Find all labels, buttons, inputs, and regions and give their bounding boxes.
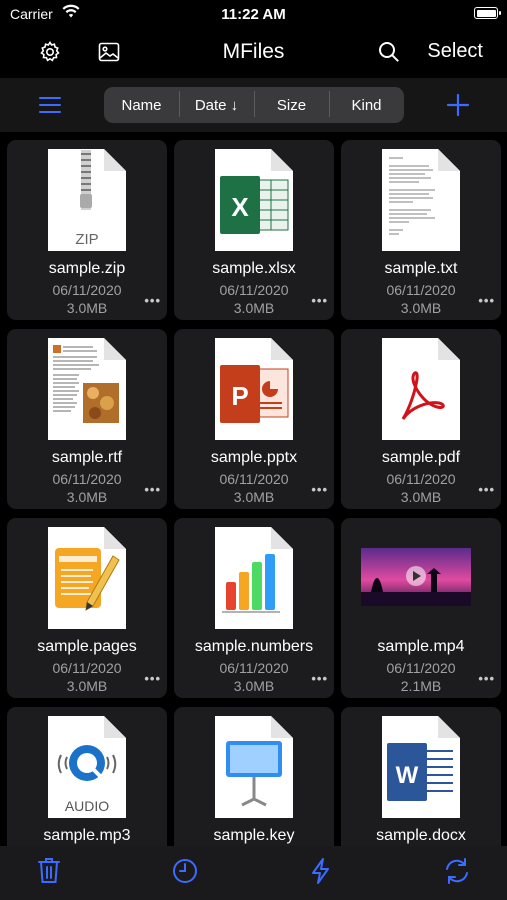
more-options-icon[interactable]: •••: [311, 293, 328, 308]
pages-icon: [47, 526, 127, 630]
refresh-icon[interactable]: [443, 857, 471, 890]
excel-icon: X: [214, 148, 294, 252]
more-options-icon[interactable]: •••: [478, 671, 495, 686]
status-bar: Carrier 11:22 AM: [0, 0, 507, 28]
more-options-icon[interactable]: •••: [478, 482, 495, 497]
bottom-toolbar: [0, 846, 507, 900]
battery-icon: [474, 7, 501, 19]
file-card[interactable]: X sample.xlsx 06/11/2020 3.0MB •••: [174, 140, 334, 320]
file-card[interactable]: sample.key: [174, 707, 334, 846]
file-size: 3.0MB: [233, 489, 275, 505]
file-size: 3.0MB: [400, 489, 442, 505]
file-date: 06/11/2020: [219, 471, 289, 487]
file-date: 06/11/2020: [52, 660, 122, 676]
file-name: sample.key: [213, 827, 295, 844]
file-name: sample.rtf: [51, 449, 123, 466]
sort-by-size[interactable]: Size: [254, 90, 329, 117]
file-name: sample.pptx: [210, 449, 298, 466]
video-thumbnail-icon: [361, 542, 481, 612]
powerpoint-icon: P: [214, 337, 294, 441]
file-name: sample.mp4: [377, 638, 465, 655]
select-button[interactable]: Select: [427, 40, 483, 63]
audio-icon: AUDIO: [47, 715, 127, 819]
file-date: 06/11/2020: [386, 660, 456, 676]
file-size: 3.0MB: [66, 678, 108, 694]
sort-by-kind[interactable]: Kind: [329, 90, 404, 117]
file-size: 3.0MB: [233, 300, 275, 316]
file-size: 3.0MB: [400, 300, 442, 316]
more-options-icon[interactable]: •••: [311, 482, 328, 497]
numbers-icon: [214, 526, 294, 630]
word-icon: W: [381, 715, 461, 819]
file-grid: ZIP sample.zip 06/11/2020 3.0MB ••• X sa…: [7, 140, 503, 846]
file-name: sample.txt: [384, 260, 458, 277]
file-card[interactable]: P sample.pptx 06/11/2020 3.0MB •••: [174, 329, 334, 509]
audio-thumb-label: AUDIO: [65, 798, 109, 814]
search-icon[interactable]: [377, 40, 401, 69]
file-date: 06/11/2020: [219, 660, 289, 676]
keynote-icon: [214, 715, 294, 819]
file-date: 06/11/2020: [386, 282, 456, 298]
status-time: 11:22 AM: [221, 6, 286, 23]
file-size: 2.1MB: [400, 678, 442, 694]
file-date: 06/11/2020: [386, 471, 456, 487]
file-card[interactable]: sample.rtf 06/11/2020 3.0MB •••: [7, 329, 167, 509]
file-date: 06/11/2020: [52, 471, 122, 487]
more-options-icon[interactable]: •••: [311, 671, 328, 686]
pdf-icon: [381, 337, 461, 441]
file-card[interactable]: AUDIO sample.mp3: [7, 707, 167, 846]
more-options-icon[interactable]: •••: [478, 293, 495, 308]
file-name: sample.docx: [376, 827, 466, 844]
clock-icon[interactable]: [171, 857, 199, 890]
file-card[interactable]: sample.mp4 06/11/2020 2.1MB •••: [341, 518, 501, 698]
file-size: 3.0MB: [66, 489, 108, 505]
list-menu-icon[interactable]: [38, 95, 62, 120]
file-card[interactable]: W sample.docx: [341, 707, 501, 846]
file-size: 3.0MB: [66, 300, 108, 316]
sort-by-name[interactable]: Name: [104, 97, 179, 114]
more-options-icon[interactable]: •••: [144, 671, 161, 686]
sort-segmented-control: Name Date ↓ Size Kind: [104, 87, 404, 123]
file-card[interactable]: ZIP sample.zip 06/11/2020 3.0MB •••: [7, 140, 167, 320]
file-name: sample.pdf: [381, 449, 461, 466]
powerpoint-thumb-label: P: [231, 381, 248, 411]
word-thumb-label: W: [396, 762, 419, 789]
file-card[interactable]: sample.txt 06/11/2020 3.0MB •••: [341, 140, 501, 320]
file-card[interactable]: sample.pdf 06/11/2020 3.0MB •••: [341, 329, 501, 509]
file-size: 3.0MB: [233, 678, 275, 694]
excel-thumb-label: X: [231, 192, 249, 222]
file-date: 06/11/2020: [52, 282, 122, 298]
zip-icon: ZIP: [47, 148, 127, 252]
file-date: 06/11/2020: [219, 282, 289, 298]
file-name: sample.numbers: [194, 638, 314, 655]
add-icon[interactable]: [446, 93, 470, 122]
trash-icon[interactable]: [37, 857, 61, 890]
sort-toolbar: Name Date ↓ Size Kind: [0, 78, 507, 132]
more-options-icon[interactable]: •••: [144, 293, 161, 308]
rtf-document-icon: [47, 337, 127, 441]
text-document-icon: [381, 148, 461, 252]
zip-thumb-label: ZIP: [75, 231, 98, 248]
file-card[interactable]: sample.numbers 06/11/2020 3.0MB •••: [174, 518, 334, 698]
more-options-icon[interactable]: •••: [144, 482, 161, 497]
file-name: sample.zip: [48, 260, 126, 277]
navigation-bar: MFiles Select: [0, 28, 507, 78]
file-name: sample.xlsx: [212, 260, 296, 277]
sort-by-date[interactable]: Date ↓: [179, 90, 254, 117]
lightning-icon[interactable]: [309, 857, 333, 890]
file-name: sample.pages: [37, 638, 137, 655]
file-card[interactable]: sample.pages 06/11/2020 3.0MB •••: [7, 518, 167, 698]
file-name: sample.mp3: [43, 827, 131, 844]
